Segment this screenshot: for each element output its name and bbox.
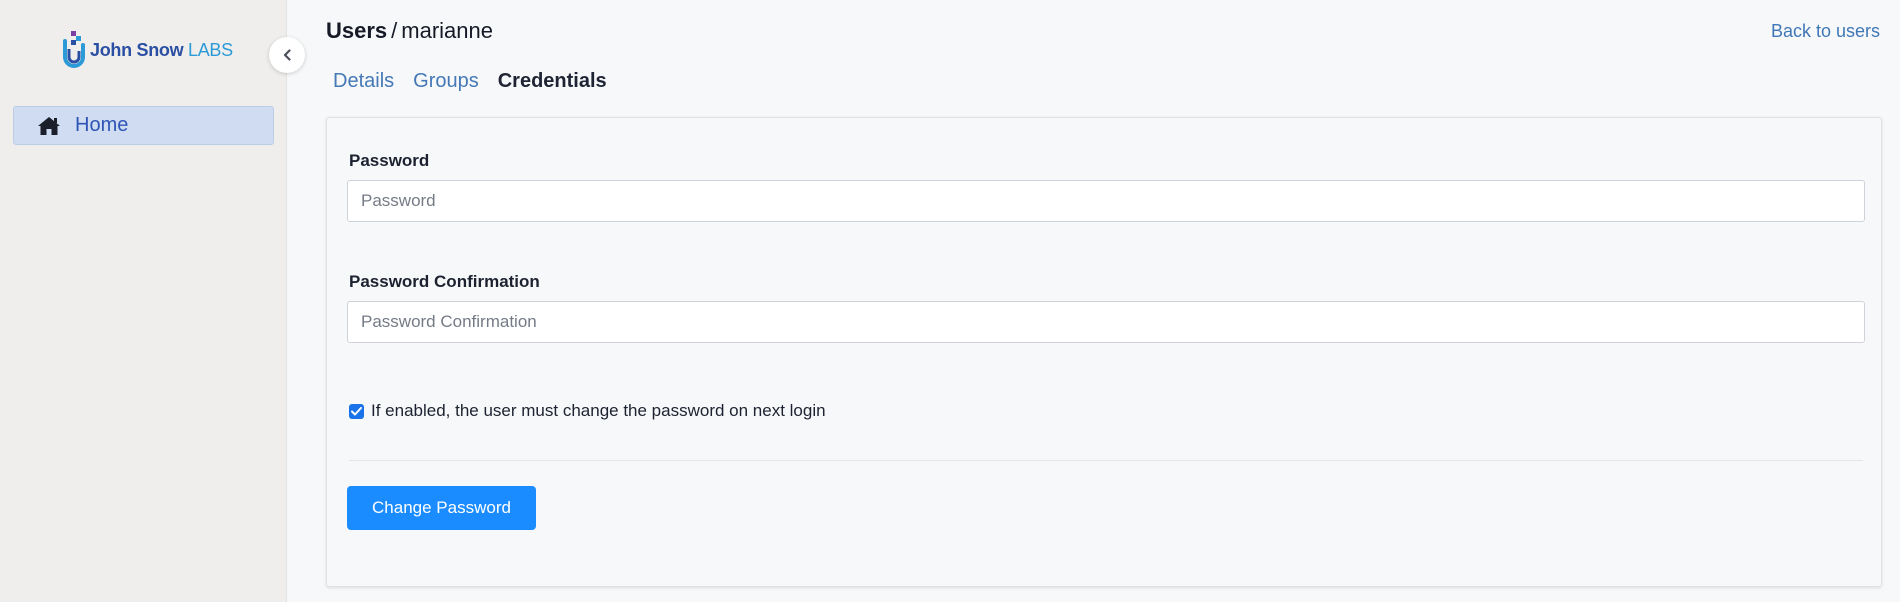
password-input[interactable] [347,180,1865,222]
brand-logo[interactable]: John Snow LABS [62,28,233,72]
force-change-label: If enabled, the user must change the pas… [371,401,826,420]
sidebar-item-home[interactable]: Home [13,106,274,145]
checkmark-icon [351,406,362,415]
home-icon [38,116,60,135]
brand-suffix: LABS [188,39,233,60]
sidebar: John Snow LABS Home [0,0,287,602]
password-confirmation-label: Password Confirmation [349,272,540,291]
breadcrumb-current: marianne [401,18,493,43]
force-change-row: If enabled, the user must change the pas… [349,401,826,421]
brand-wordmark: John Snow LABS [90,40,233,61]
back-to-users-link[interactable]: Back to users [1771,21,1880,42]
tab-groups[interactable]: Groups [413,70,479,93]
sidebar-item-label: Home [75,114,129,136]
chevron-left-icon [283,49,291,61]
logo-mark-icon [63,31,85,68]
password-label: Password [349,151,430,170]
password-confirmation-input[interactable] [347,301,1865,343]
tab-credentials[interactable]: Credentials [498,70,607,93]
tab-bar: Details Groups Credentials [333,70,607,93]
main-content: Users / marianne Back to users Details Gro… [288,0,1900,602]
breadcrumb-root[interactable]: Users [326,18,387,43]
breadcrumb: Users / marianne [326,18,493,44]
tab-details[interactable]: Details [333,70,394,93]
breadcrumb-separator: / [391,18,398,43]
form-divider [349,460,1863,461]
app-root: John Snow LABS Home Users / marianne Back … [0,0,1900,602]
change-password-button[interactable]: Change Password [347,486,536,530]
force-change-checkbox[interactable] [349,403,364,419]
credentials-card: Password Password Confirmation If enable… [326,117,1882,587]
sidebar-collapse-button[interactable] [269,37,305,73]
brand-name: John Snow [90,39,184,60]
